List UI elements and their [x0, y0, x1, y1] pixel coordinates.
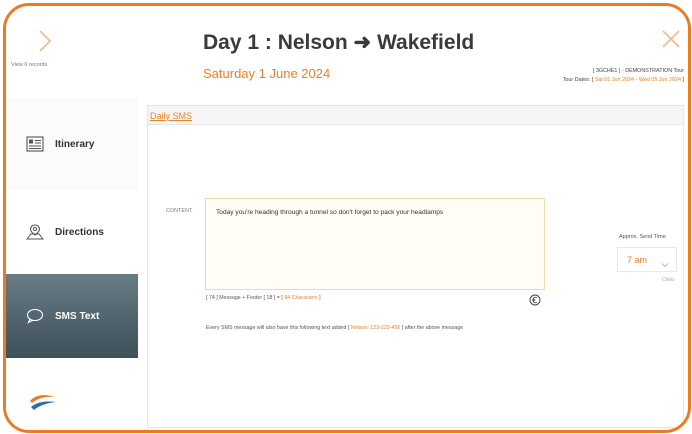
- send-time-value: 7 am: [627, 254, 648, 265]
- tour-dates-label: Tour Dates: [: [562, 77, 594, 83]
- sidebar: Itinerary Directions SMS Text: [6, 98, 138, 430]
- page-title: Day 1 : Nelson ➜ Wakefield: [203, 31, 475, 54]
- counter-prefix: [ 74 ] Message + Footer [ 18 ] = [: [206, 295, 283, 301]
- sidebar-item-itinerary[interactable]: Itinerary: [6, 98, 138, 191]
- sidebar-item-label: Itinerary: [55, 138, 95, 150]
- sms-content-textarea[interactable]: Today you're heading through a tunnel so…: [205, 198, 545, 290]
- counter-value: 94 Characters: [284, 295, 318, 301]
- panel-header: Daily SMS: [148, 106, 683, 125]
- clear-button[interactable]: Clear: [662, 277, 674, 283]
- view-records-link[interactable]: View 6 records: [11, 62, 47, 68]
- app-frame: View 6 records Day 1 : Nelson ➜ Wakefiel…: [3, 3, 691, 433]
- send-time-select[interactable]: 7 am: [617, 247, 677, 272]
- sidebar-item-directions[interactable]: Directions: [6, 190, 138, 275]
- tour-info: [ 3GCHE1 ] - DEMONSTRATION Tour Tour Dat…: [563, 67, 684, 85]
- brand-logo: [28, 392, 58, 412]
- header: View 6 records Day 1 : Nelson ➜ Wakefiel…: [6, 6, 688, 98]
- sidebar-item-label: SMS Text: [55, 310, 100, 322]
- tab-daily-sms[interactable]: Daily SMS: [150, 111, 192, 121]
- chevron-right-icon[interactable]: [34, 28, 56, 54]
- send-time-label: Approx. Send Time: [619, 234, 666, 240]
- page-subtitle: Saturday 1 June 2024: [203, 66, 331, 81]
- tour-dates: Tour Dates: [ Sat 01 Jun 2024 - Wed 05 J…: [563, 76, 684, 85]
- footer-prefix: Every SMS message will also have this fo…: [206, 325, 350, 331]
- sidebar-item-sms-text[interactable]: SMS Text: [6, 274, 138, 358]
- content-panel: Daily SMS CONTENT Today you're heading t…: [147, 105, 684, 428]
- content-label: CONTENT: [166, 208, 193, 214]
- footer-note: Every SMS message will also have this fo…: [206, 325, 463, 331]
- chat-bubble-icon: [25, 307, 45, 325]
- footer-value: Nelson: 123-123-456: [350, 325, 401, 331]
- map-icon: [25, 223, 45, 241]
- tour-dates-value: Sat 01 Jun 2024 - Wed 05 Jun 2024: [594, 77, 681, 83]
- sidebar-item-label: Directions: [55, 226, 104, 238]
- footer-suffix: ] after the above message: [401, 325, 464, 331]
- counter-suffix: ]: [319, 295, 321, 301]
- itinerary-icon: [25, 135, 45, 153]
- euro-icon[interactable]: [529, 293, 541, 306]
- chevron-down-icon: [661, 256, 669, 268]
- tour-code: [ 3GCHE1 ] - DEMONSTRATION Tour: [592, 68, 684, 74]
- close-icon[interactable]: [660, 28, 682, 50]
- tour-dates-end: ]: [682, 77, 685, 83]
- character-counter: [ 74 ] Message + Footer [ 18 ] = [ 94 Ch…: [206, 295, 321, 301]
